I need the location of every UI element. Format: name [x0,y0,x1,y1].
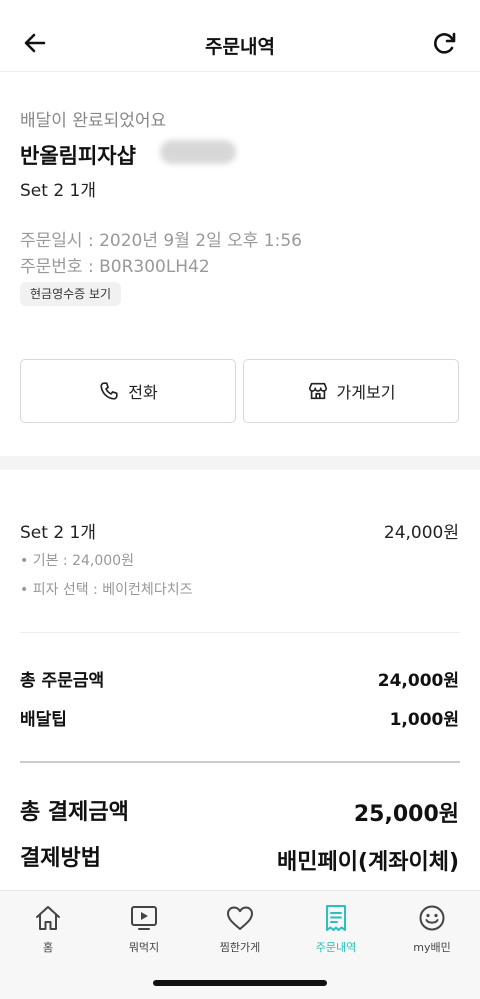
item-option: • 피자 선택 : 베이컨체다치즈 [20,582,193,598]
item-price: 24,000원 [383,523,459,543]
delivery-tip-value: 1,000원 [389,710,459,730]
item-name: Set 2 1개 [20,523,96,543]
tab-order-history[interactable]: 주문내역 [288,891,384,971]
delivery-status: 배달이 완료되었어요 [20,111,167,131]
total-payment-value: 25,000원 [353,802,459,827]
heart-icon [227,906,253,930]
play-screen-icon [131,906,157,930]
view-store-label: 가게보기 [336,383,396,402]
section-divider [0,456,480,470]
delivery-tip-label: 배달팁 [20,710,67,730]
home-icon [36,906,60,930]
refresh-icon[interactable] [430,28,460,58]
tab-favorites[interactable]: 찜한가게 [192,891,288,971]
phone-icon [100,382,118,400]
tab-home[interactable]: 홈 [0,891,96,971]
divider-line [20,761,460,763]
app-header: 주문내역 [0,0,480,72]
tab-label: 홈 [42,941,54,954]
order-number: 주문번호 : B0R300LH42 [20,257,210,277]
tab-label: 찜한가게 [219,941,261,954]
tab-label: 뭐먹지 [128,941,160,954]
tab-what-to-eat[interactable]: 뭐먹지 [96,891,192,971]
payment-method-value: 배민페이(계좌이체) [276,850,459,875]
bottom-tab-bar: 홈 뭐먹지 찜한가게 주문내역 my배민 [0,890,480,999]
order-summary: 배달이 완료되었어요 반올림피자샵 Set 2 1개 주문일시 : 2020년 … [0,72,480,456]
total-order-label: 총 주문금액 [20,671,105,691]
total-order-value: 24,000원 [377,671,459,691]
tab-label: 주문내역 [315,941,357,954]
menu-summary: Set 2 1개 [20,181,96,201]
total-payment-label: 총 결제금액 [20,800,129,825]
store-icon [308,382,327,400]
home-indicator [153,980,327,986]
tab-my-baemin[interactable]: my배민 [384,891,480,971]
store-name: 반올림피자샵 [20,144,136,168]
page-title: 주문내역 [205,36,275,58]
payment-method-label: 결제방법 [20,846,101,871]
item-option: • 기본 : 24,000원 [20,553,134,569]
redacted-text [160,140,236,164]
call-button[interactable]: 전화 [20,359,236,423]
order-details: Set 2 1개 24,000원 • 기본 : 24,000원 • 피자 선택 … [0,470,480,890]
view-store-button[interactable]: 가게보기 [243,359,459,423]
call-label: 전화 [128,383,158,402]
tab-label: my배민 [413,941,451,954]
order-date: 주문일시 : 2020년 9월 2일 오후 1:56 [20,231,302,251]
order-list-icon [326,905,346,931]
divider-line [20,632,460,633]
smile-icon [419,905,445,931]
cash-receipt-button[interactable]: 현금영수증 보기 [20,282,122,306]
